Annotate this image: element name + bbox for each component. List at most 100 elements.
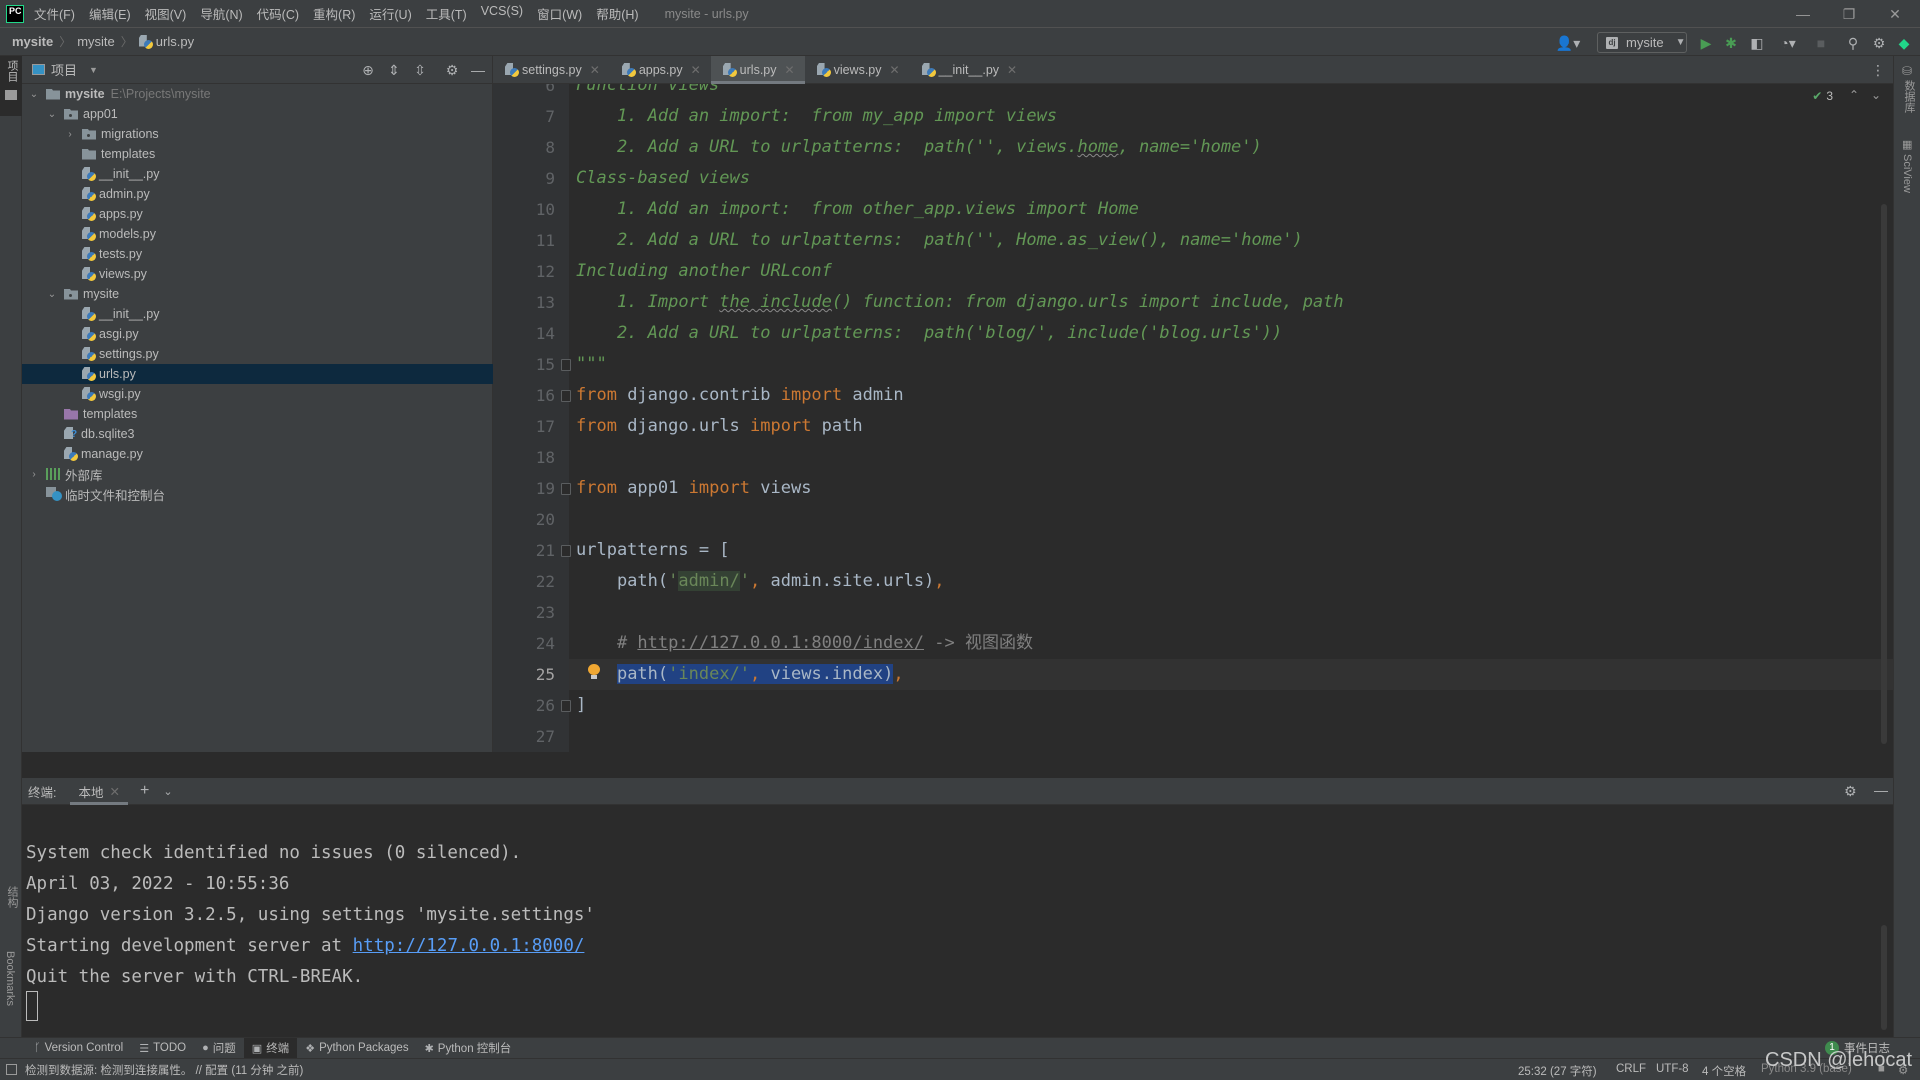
editor-scrollbar[interactable] — [1881, 204, 1887, 744]
tree-item[interactable]: settings.py — [22, 344, 493, 364]
editor-tab[interactable]: apps.py ✕ — [610, 56, 711, 84]
next-highlight-icon[interactable]: ⌄ — [1871, 88, 1881, 102]
tree-item[interactable]: ⌄ mysite E:\Projects\mysite — [22, 84, 493, 104]
editor-tab[interactable]: settings.py ✕ — [493, 56, 610, 84]
tree-item[interactable]: asgi.py — [22, 324, 493, 344]
collapse-all-icon[interactable]: ⇳ — [411, 61, 429, 79]
coverage-icon[interactable]: ◧ — [1748, 34, 1766, 52]
tree-item[interactable]: admin.py — [22, 184, 493, 204]
chevron-down-icon[interactable]: ⌄ — [163, 785, 172, 798]
database-tool-button[interactable]: 数据库 — [1901, 80, 1917, 113]
search-icon[interactable]: ⚲ — [1844, 34, 1862, 52]
menu-item[interactable]: 文件(F) — [34, 4, 75, 23]
run-config-selector[interactable]: dj mysite ▼ — [1597, 32, 1687, 53]
close-tab-icon[interactable]: ✕ — [1007, 63, 1017, 77]
tree-item[interactable]: manage.py — [22, 444, 493, 464]
tree-item[interactable]: urls.py — [22, 364, 493, 384]
profile-icon[interactable]: ◔▾ — [1774, 34, 1802, 52]
menu-item[interactable]: 工具(T) — [426, 4, 467, 23]
line-separator[interactable]: CRLF — [1616, 1063, 1646, 1075]
tree-item[interactable]: views.py — [22, 264, 493, 284]
hide-terminal-icon[interactable]: — — [1874, 782, 1888, 798]
code-editor[interactable]: 6 7 8 9 10 11 12 13 14 15 16 17 18 19 20 21 22 23 24 25 26 27… — [493, 84, 1893, 752]
tree-item[interactable]: templates — [22, 404, 493, 424]
options-gear-icon[interactable]: ⚙ — [443, 61, 461, 79]
close-tab-icon[interactable]: ✕ — [785, 63, 795, 77]
breadcrumb-folder[interactable]: mysite — [77, 34, 115, 49]
menu-item[interactable]: 代码(C) — [257, 4, 299, 23]
project-tool-button[interactable]: 项目 — [0, 56, 22, 116]
toggle-tool-windows-icon[interactable] — [6, 1064, 17, 1075]
bookmarks-tool-button[interactable]: Bookmarks — [4, 951, 16, 1006]
tree-item[interactable]: __init__.py — [22, 164, 493, 184]
minimize-button[interactable]: — — [1780, 0, 1826, 28]
sciview-tool-button[interactable]: SciView — [1901, 154, 1913, 193]
previous-highlight-icon[interactable]: ⌃ — [1849, 88, 1859, 102]
tool-window-terminal[interactable]: ▣ 终端 — [243, 1037, 298, 1059]
jetbrains-toolbox-icon[interactable]: ◆ — [1895, 34, 1913, 52]
terminal-output[interactable]: System check identified no issues (0 sil… — [22, 805, 1893, 1037]
chevron-down-icon[interactable]: ⌄ — [28, 89, 40, 100]
tree-item[interactable]: tests.py — [22, 244, 493, 264]
tree-item[interactable]: db.sqlite3 — [22, 424, 493, 444]
tool-window-problems[interactable]: ● 问题 — [194, 1038, 244, 1059]
tool-window-packages[interactable]: ❖ Python Packages — [297, 1038, 416, 1059]
fold-marker-icon[interactable] — [561, 545, 571, 557]
menu-item[interactable]: 帮助(H) — [596, 4, 638, 23]
settings-gear-icon[interactable]: ⚙ — [1870, 34, 1888, 52]
menu-item[interactable]: 重构(R) — [313, 4, 355, 23]
fold-marker-icon[interactable] — [561, 390, 571, 402]
breadcrumb-file[interactable]: urls.py — [156, 34, 194, 49]
tree-item[interactable]: models.py — [22, 224, 493, 244]
panel-divider[interactable] — [22, 752, 1893, 778]
debug-icon[interactable]: ✱ — [1722, 34, 1740, 52]
editor-tab[interactable]: views.py ✕ — [805, 56, 910, 84]
fold-marker-icon[interactable] — [561, 483, 571, 495]
editor-tab[interactable]: __init__.py ✕ — [910, 56, 1028, 84]
tree-item[interactable]: apps.py — [22, 204, 493, 224]
chevron-down-icon[interactable]: ⌄ — [46, 289, 58, 300]
new-terminal-icon[interactable]: + — [140, 782, 149, 800]
project-view-selector[interactable]: 项目 — [51, 60, 77, 79]
vcs-user-icon[interactable]: 👤▾ — [1553, 34, 1583, 52]
terminal-settings-gear-icon[interactable]: ⚙ — [1844, 783, 1857, 800]
tool-window-list[interactable]: ☰ TODO — [131, 1038, 194, 1059]
hide-panel-icon[interactable]: — — [469, 61, 487, 79]
chevron-down-icon[interactable]: ▼ — [89, 65, 98, 75]
breadcrumb-project[interactable]: mysite — [12, 34, 53, 49]
close-tab-icon[interactable]: ✕ — [590, 63, 600, 77]
chevron-down-icon[interactable]: ⌄ — [46, 109, 58, 120]
locate-file-icon[interactable]: ⊕ — [359, 61, 377, 79]
menu-item[interactable]: 编辑(E) — [89, 4, 131, 23]
tree-item[interactable]: templates — [22, 144, 493, 164]
editor-tab[interactable]: urls.py ✕ — [710, 56, 805, 84]
file-encoding[interactable]: UTF-8 — [1656, 1063, 1689, 1075]
close-window-button[interactable]: ✕ — [1872, 0, 1918, 28]
close-tab-icon[interactable]: ✕ — [110, 784, 120, 799]
tree-item[interactable]: › migrations — [22, 124, 493, 144]
inspection-widget[interactable]: ✔ 3 — [1812, 89, 1833, 103]
menu-item[interactable]: 视图(V) — [145, 4, 187, 23]
stop-icon[interactable]: ■ — [1812, 34, 1830, 52]
tree-item[interactable]: wsgi.py — [22, 384, 493, 404]
tree-item[interactable]: 临时文件和控制台 — [22, 484, 493, 504]
tree-item[interactable]: __init__.py — [22, 304, 493, 324]
terminal-scrollbar[interactable] — [1881, 925, 1887, 1030]
server-url-link[interactable]: http://127.0.0.1:8000/ — [353, 936, 585, 956]
tree-item[interactable]: ⌄ mysite — [22, 284, 493, 304]
expand-all-icon[interactable]: ⇕ — [385, 61, 403, 79]
lightbulb-icon[interactable] — [588, 664, 600, 680]
tool-window-python-console[interactable]: ✱ Python 控制台 — [417, 1038, 520, 1059]
structure-tool-button[interactable]: 结构 — [4, 886, 20, 908]
menu-item[interactable]: VCS(S) — [481, 4, 523, 23]
menu-item[interactable]: 导航(N) — [200, 4, 242, 23]
tree-item[interactable]: ⌄ app01 — [22, 104, 493, 124]
tree-item[interactable]: › 外部库 — [22, 464, 493, 484]
run-icon[interactable]: ▶ — [1697, 34, 1715, 52]
menu-item[interactable]: 运行(U) — [369, 4, 411, 23]
menu-item[interactable]: 窗口(W) — [537, 4, 582, 23]
caret-position[interactable]: 25:32 (27 字符) — [1518, 1063, 1597, 1079]
more-tabs-icon[interactable]: ⋮ — [1871, 62, 1885, 79]
fold-marker-icon[interactable] — [561, 700, 571, 712]
fold-marker-icon[interactable] — [561, 359, 571, 371]
